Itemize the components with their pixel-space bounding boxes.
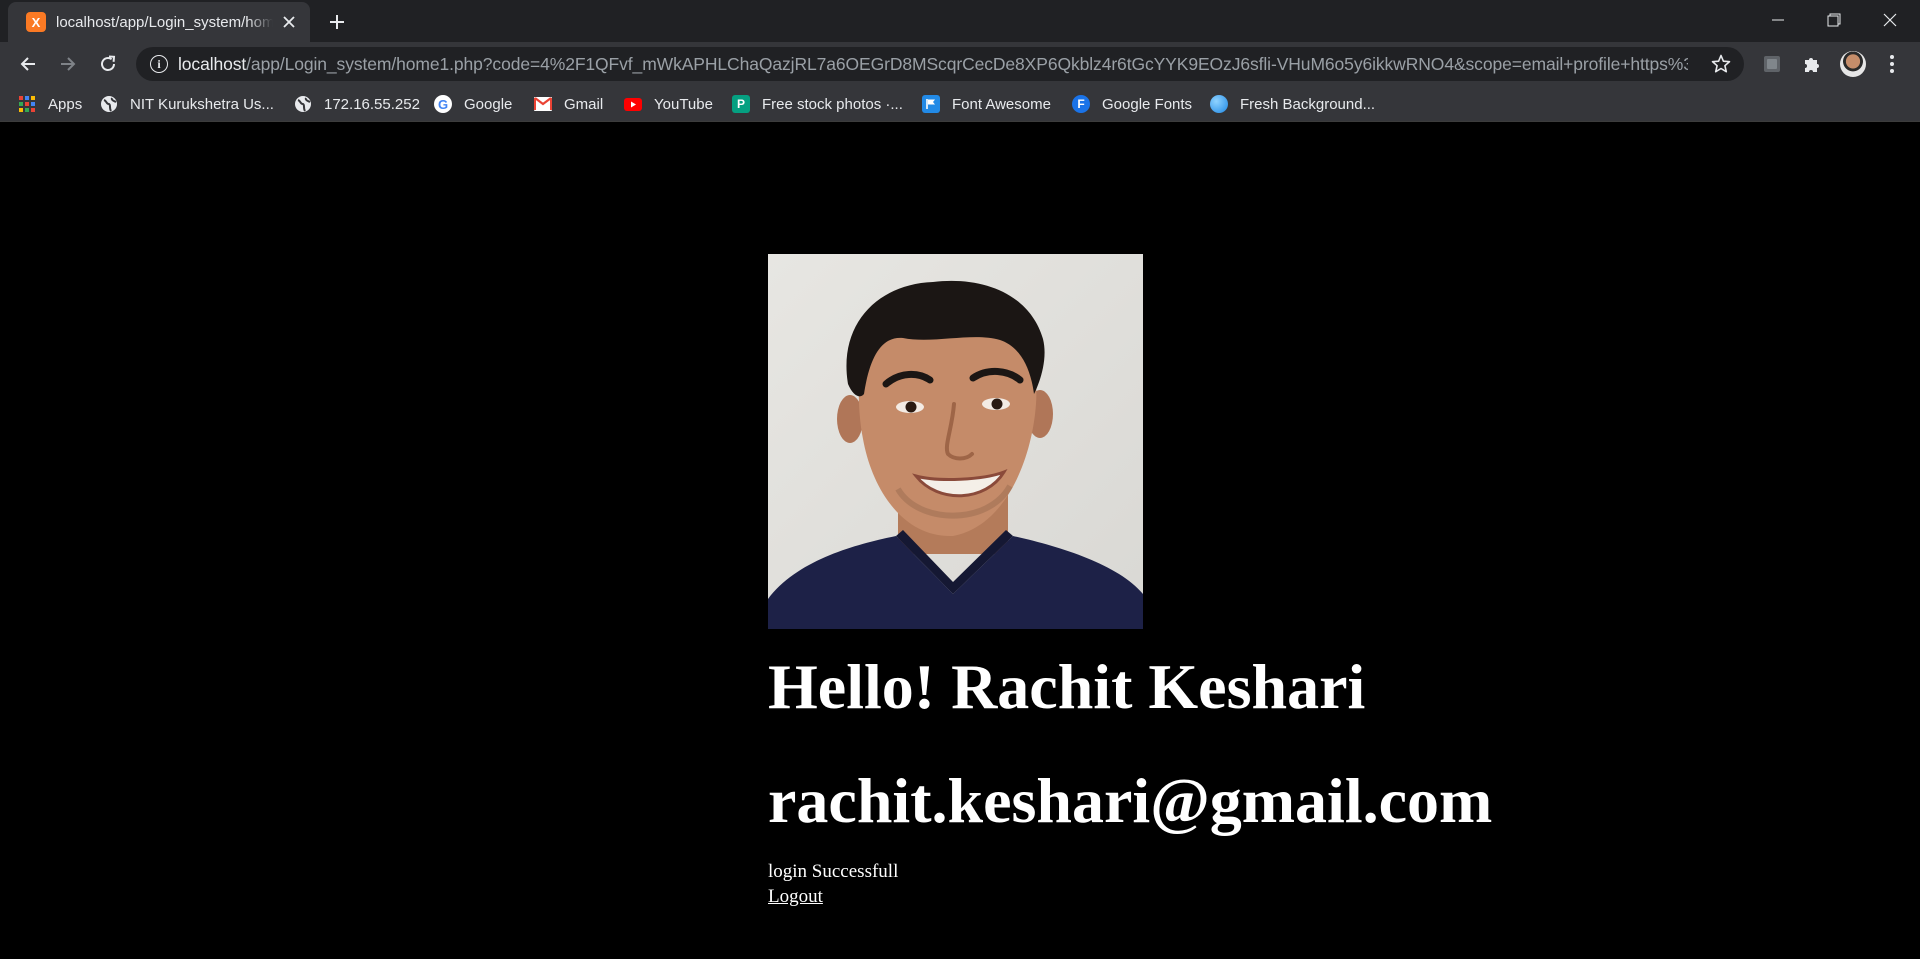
- bookmark-fresh-background[interactable]: Fresh Background...: [1210, 86, 1375, 122]
- url-host: localhost: [178, 54, 247, 74]
- youtube-icon: [624, 95, 642, 113]
- xampp-favicon-icon: X: [26, 12, 46, 32]
- bookmark-label: NIT Kurukshetra Us...: [130, 95, 274, 113]
- bookmark-font-awesome[interactable]: Font Awesome: [922, 86, 1051, 122]
- bookmark-nit-kurukshetra[interactable]: NIT Kurukshetra Us...: [100, 86, 274, 122]
- bookmark-label: Google: [464, 95, 513, 113]
- background-icon: [1210, 95, 1228, 113]
- tab-title: localhost/app/Login_system/home1.php: [56, 13, 273, 31]
- kebab-menu-icon[interactable]: [1878, 50, 1906, 78]
- extension-square-icon[interactable]: [1758, 50, 1786, 78]
- minimize-window-button[interactable]: [1750, 0, 1806, 40]
- url-path: /app/Login_system/home1.php?code=4%2F1QF…: [246, 54, 1688, 74]
- globe-icon: [100, 95, 118, 113]
- page-content: Hello! Rachit Keshari rachit.keshari@gma…: [0, 122, 1920, 959]
- bookmark-label: Gmail: [564, 95, 604, 113]
- info-icon[interactable]: i: [150, 55, 168, 73]
- bookmark-pexels[interactable]: P Free stock photos ·...: [732, 86, 903, 122]
- url-text[interactable]: localhost/app/Login_system/home1.php?cod…: [178, 54, 1688, 75]
- apps-grid-icon: [18, 95, 36, 113]
- bookmark-apps[interactable]: Apps: [18, 86, 82, 122]
- bookmark-gmail[interactable]: Gmail: [534, 86, 603, 122]
- reload-icon[interactable]: [92, 48, 124, 80]
- forward-arrow-icon[interactable]: [52, 48, 84, 80]
- profile-avatar[interactable]: [1840, 51, 1866, 77]
- bookmark-label: Fresh Background...: [1240, 95, 1376, 113]
- profile-photo: [768, 254, 1143, 629]
- bookmark-label: Font Awesome: [952, 95, 1051, 113]
- flag-icon: [922, 95, 940, 113]
- login-status-text: login Successfull: [768, 861, 899, 882]
- back-arrow-icon[interactable]: [12, 48, 44, 80]
- pexels-icon: P: [732, 95, 750, 113]
- gmail-icon: [534, 95, 552, 113]
- address-bar[interactable]: i localhost/app/Login_system/home1.php?c…: [136, 47, 1744, 81]
- bookmark-label: Google Fonts: [1102, 95, 1193, 113]
- browser-tab[interactable]: X localhost/app/Login_system/home1.php: [8, 2, 310, 42]
- star-icon[interactable]: [1710, 53, 1732, 75]
- google-icon: G: [434, 95, 452, 113]
- bookmarks-bar: Apps NIT Kurukshetra Us... 172.16.55.252…: [0, 86, 1920, 122]
- greeting-heading: Hello! Rachit Keshari: [768, 651, 1366, 722]
- user-email: rachit.keshari@gmail.com: [768, 765, 1493, 836]
- bookmark-google[interactable]: G Google: [434, 86, 512, 122]
- globe-icon: [294, 95, 312, 113]
- bookmark-ip-address[interactable]: 172.16.55.252: [294, 86, 420, 122]
- logout-link[interactable]: Logout: [768, 886, 823, 908]
- puzzle-icon[interactable]: [1798, 50, 1826, 78]
- bookmark-label: YouTube: [654, 95, 713, 113]
- restore-window-button[interactable]: [1806, 0, 1862, 40]
- bookmark-label: 172.16.55.252: [324, 95, 420, 113]
- bookmark-label: Apps: [48, 95, 83, 113]
- bookmark-youtube[interactable]: YouTube: [624, 86, 713, 122]
- google-fonts-icon: F: [1072, 95, 1090, 113]
- new-tab-button[interactable]: [322, 7, 352, 37]
- tab-close-icon[interactable]: [279, 11, 300, 33]
- browser-toolbar: i localhost/app/Login_system/home1.php?c…: [0, 42, 1920, 86]
- bookmark-label: Free stock photos ·...: [762, 95, 903, 113]
- bookmark-google-fonts[interactable]: F Google Fonts: [1072, 86, 1192, 122]
- close-window-button[interactable]: [1862, 0, 1918, 40]
- tab-strip: X localhost/app/Login_system/home1.php: [0, 0, 1920, 42]
